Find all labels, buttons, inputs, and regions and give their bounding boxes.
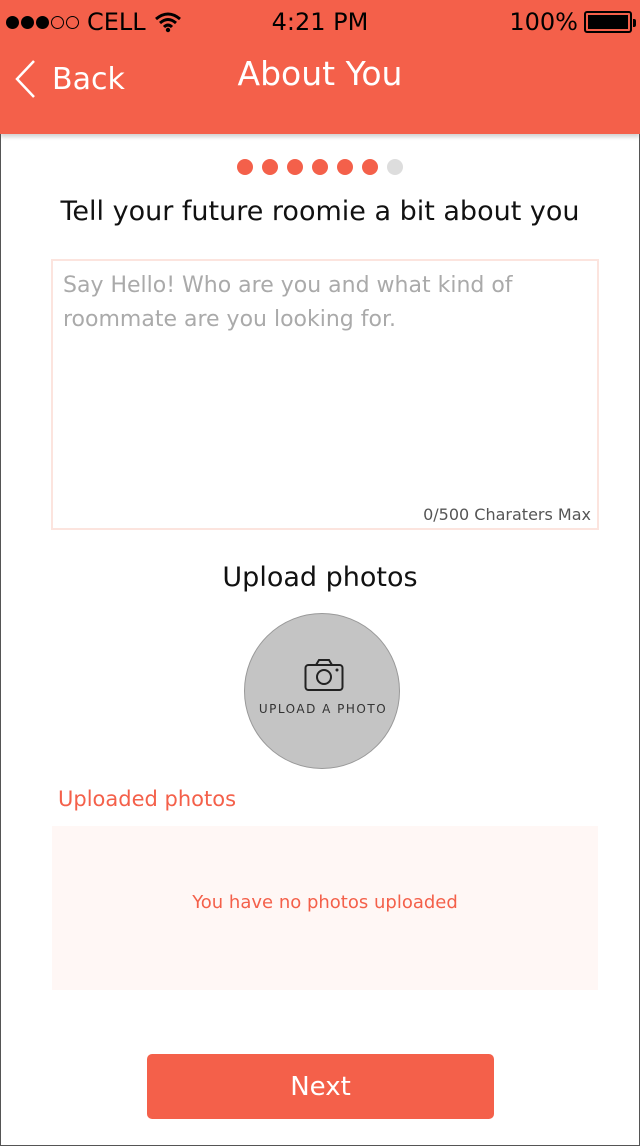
upload-title: Upload photos [222, 562, 418, 593]
char-count: 0/500 Charaters Max [423, 505, 591, 524]
battery-percent: 100% [509, 8, 578, 36]
progress-dot-pending [387, 159, 403, 175]
about-textarea-box: 0/500 Charaters Max [51, 259, 599, 530]
status-bar: CELL 4:21 PM 100% [0, 6, 640, 40]
uploaded-photos-title: Uploaded photos [58, 787, 237, 811]
uploaded-photos-panel: You have no photos uploaded [52, 826, 598, 990]
progress-dot-complete [237, 159, 253, 175]
progress-dot-complete [262, 159, 278, 175]
next-button[interactable]: Next [147, 1054, 494, 1119]
header: CELL 4:21 PM 100% Back About You [0, 0, 640, 134]
progress-dot-complete [362, 159, 378, 175]
step-progress [0, 159, 640, 175]
about-prompt: Tell your future roomie a bit about you [60, 196, 580, 227]
progress-dot-complete [337, 159, 353, 175]
about-textarea[interactable] [53, 261, 597, 528]
progress-dot-complete [287, 159, 303, 175]
progress-dot-complete [312, 159, 328, 175]
battery-icon [584, 11, 636, 33]
upload-photo-label: UPLOAD A PHOTO [258, 702, 388, 716]
camera-icon [304, 659, 344, 691]
battery-group: 100% [509, 8, 636, 36]
empty-photos-message: You have no photos uploaded [192, 892, 458, 913]
page-title: About You [237, 54, 403, 93]
upload-photo-button[interactable]: UPLOAD A PHOTO [244, 613, 400, 769]
